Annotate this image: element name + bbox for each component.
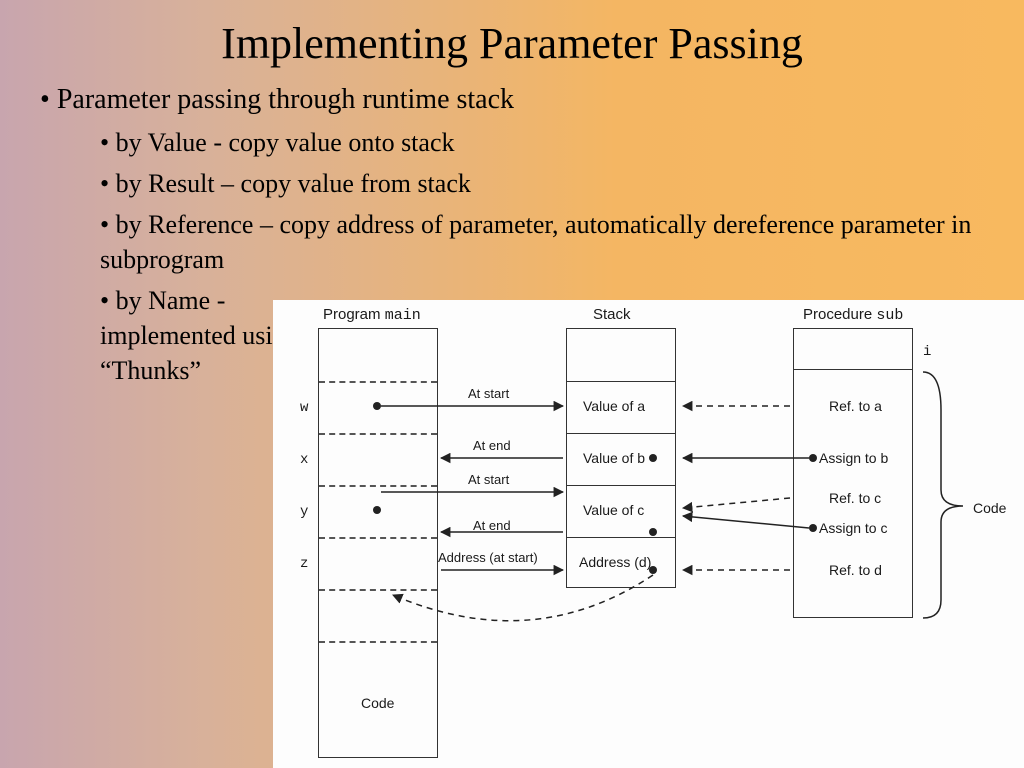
var-x: x — [300, 452, 308, 468]
ann-at-start-1: At start — [468, 386, 509, 401]
dot-stack-b — [649, 454, 657, 462]
ann-at-end-1: At end — [473, 438, 511, 453]
main-code-label: Code — [361, 695, 394, 711]
dot-proc-b — [809, 454, 817, 462]
dot-stack-d — [649, 566, 657, 574]
stack-cell-a: Value of a — [583, 398, 645, 414]
stack-cell-c: Value of c — [583, 502, 644, 518]
stack-cell-d: Address (d) — [579, 554, 651, 570]
dot-w — [373, 402, 381, 410]
proc-row-0: Ref. to a — [829, 398, 882, 414]
header-procedure: Procedure sub — [803, 306, 903, 324]
dot-y — [373, 506, 381, 514]
var-z: z — [300, 556, 308, 572]
ann-addr-start: Address (at start) — [438, 550, 538, 565]
diagram-panel: Program main Stack Procedure sub w x y z… — [273, 300, 1024, 768]
bullet-sub-1: by Result – copy value from stack — [100, 166, 984, 201]
stack-cell-b: Value of b — [583, 450, 645, 466]
dot-stack-c — [649, 528, 657, 536]
var-y: y — [300, 504, 308, 520]
side-code-label: Code — [973, 500, 1006, 516]
proc-row-1: Assign to b — [819, 450, 888, 466]
proc-row-4: Ref. to d — [829, 562, 882, 578]
header-stack: Stack — [593, 306, 631, 323]
proc-i: i — [923, 344, 931, 360]
proc-row-3: Assign to c — [819, 520, 887, 536]
proc-row-2: Ref. to c — [829, 490, 881, 506]
header-program: Program main — [323, 306, 421, 324]
bullet-sub-0: by Value - copy value onto stack — [100, 125, 984, 160]
dot-proc-c — [809, 524, 817, 532]
var-w: w — [300, 400, 308, 416]
bullet-main: Parameter passing through runtime stack — [40, 81, 984, 119]
ann-at-end-2: At end — [473, 518, 511, 533]
ann-at-start-2: At start — [468, 472, 509, 487]
program-main-box — [318, 328, 438, 758]
bullet-sub-2: by Reference – copy address of parameter… — [100, 207, 984, 277]
slide-title: Implementing Parameter Passing — [0, 0, 1024, 69]
